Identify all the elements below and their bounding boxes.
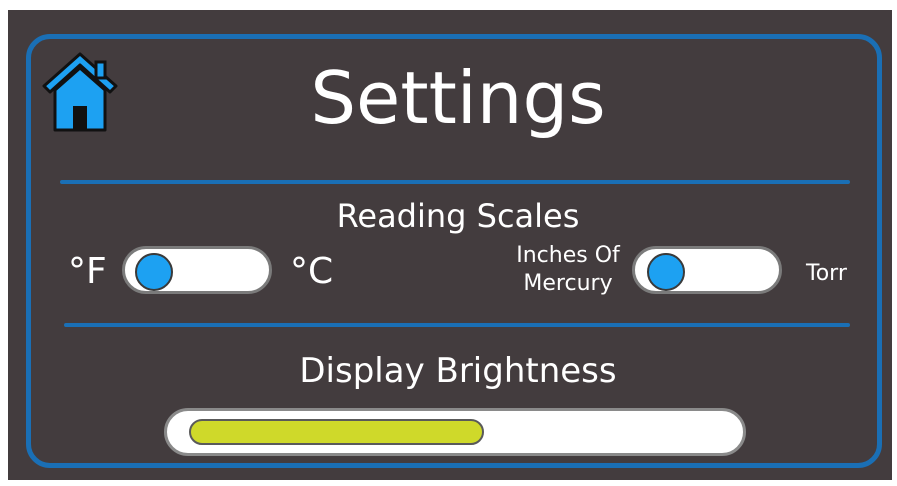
inches-of-mercury-line1: Inches Of [516, 243, 620, 268]
home-icon [42, 52, 118, 132]
brightness-track [189, 419, 725, 445]
divider-top [60, 180, 850, 184]
fahrenheit-label: °F [68, 251, 107, 292]
temperature-toggle[interactable] [122, 246, 272, 294]
inches-of-mercury-line2: Mercury [523, 270, 613, 296]
brightness-fill [189, 419, 484, 445]
display-brightness-label: Display Brightness [299, 351, 617, 391]
brightness-slider[interactable] [164, 408, 746, 456]
divider-bottom [64, 323, 850, 327]
reading-scales-label: Reading Scales [336, 197, 580, 235]
inches-of-mercury-label: Inches Of Mercury [508, 242, 628, 297]
celsius-label: °C [290, 251, 334, 292]
settings-screen: Settings Reading Scales °F °C Inches Of … [8, 10, 892, 480]
home-button[interactable] [42, 52, 118, 132]
pressure-toggle-knob [647, 253, 685, 291]
pressure-toggle[interactable] [632, 246, 782, 294]
torr-label: Torr [806, 261, 847, 286]
temperature-toggle-knob [135, 253, 173, 291]
page-title: Settings [310, 56, 606, 140]
